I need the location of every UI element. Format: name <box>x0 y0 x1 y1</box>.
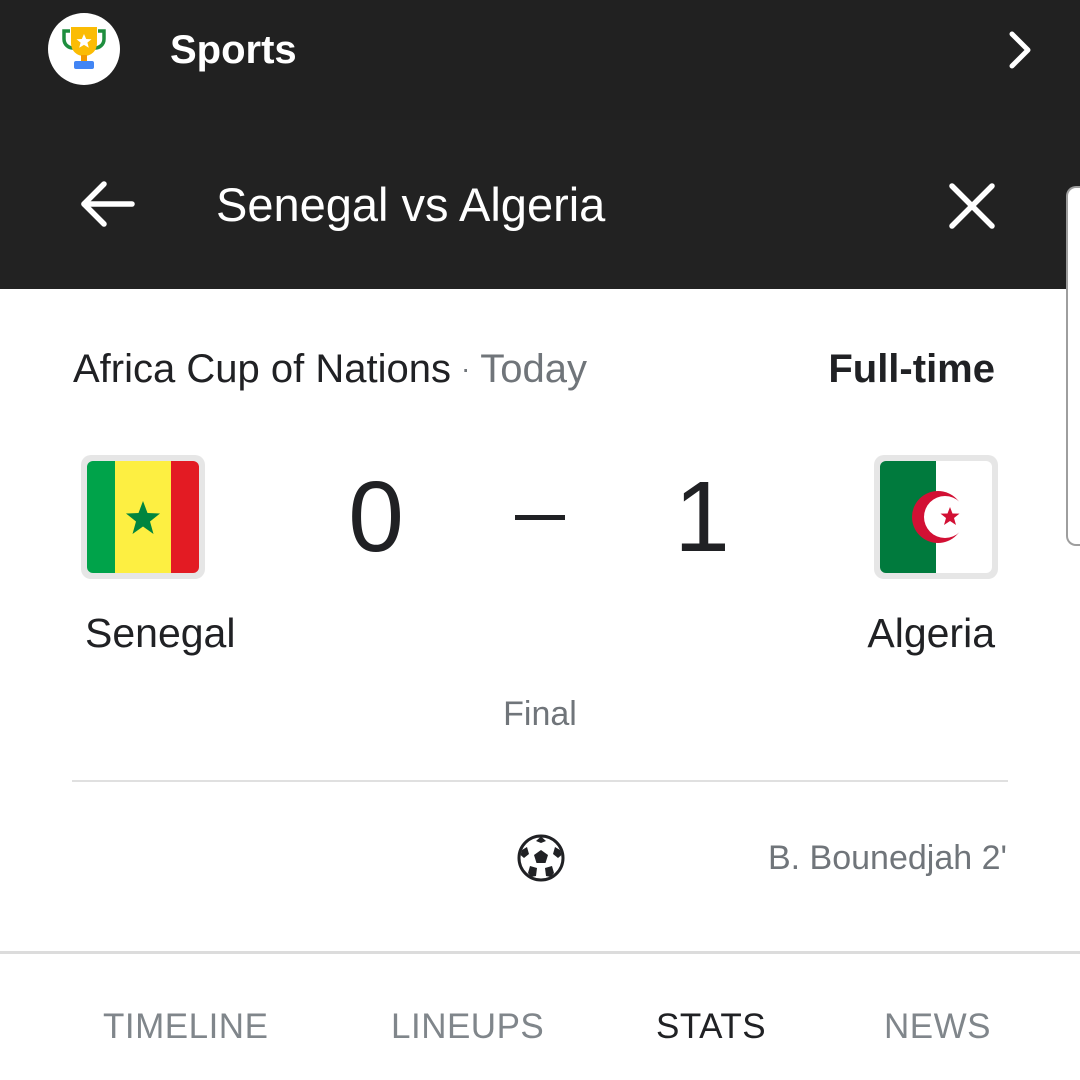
goal-scorer: B. Bounedjah 2' <box>767 839 1007 877</box>
arrow-back-icon[interactable] <box>74 176 138 232</box>
soccer-ball-icon <box>516 833 566 883</box>
app-bar[interactable]: Sports <box>0 0 1080 120</box>
tabs-divider <box>0 951 1080 954</box>
competition-line: Africa Cup of Nations · Today <box>73 345 587 393</box>
match-status: Full-time <box>828 347 995 391</box>
score-dash <box>515 515 565 520</box>
algeria-flag-icon[interactable] <box>874 455 998 579</box>
away-score: 1 <box>674 461 730 573</box>
separator-dot: · <box>460 353 471 384</box>
tab-news[interactable]: NEWS <box>884 1006 991 1048</box>
match-state: Final <box>503 695 577 733</box>
close-icon[interactable] <box>946 180 998 232</box>
trophy-icon <box>48 13 120 85</box>
away-team-name[interactable]: Algeria <box>867 608 995 658</box>
home-team-name[interactable]: Senegal <box>85 608 235 658</box>
match-date: Today <box>480 347 588 391</box>
header-title[interactable]: Senegal vs Algeria <box>216 175 605 235</box>
tab-lineups[interactable]: LINEUPS <box>391 1006 544 1048</box>
home-score: 0 <box>348 461 404 573</box>
senegal-flag-icon[interactable] <box>81 455 205 579</box>
app-title: Sports <box>170 28 297 72</box>
search-header: Senegal vs Algeria <box>0 120 1080 289</box>
tab-stats[interactable]: STATS <box>656 1006 766 1048</box>
tab-timeline[interactable]: TIMELINE <box>103 1006 268 1048</box>
adjacent-card-edge[interactable] <box>1066 186 1080 546</box>
divider <box>72 780 1008 782</box>
chevron-right-icon[interactable] <box>1000 28 1040 72</box>
competition-name: Africa Cup of Nations <box>73 347 451 391</box>
